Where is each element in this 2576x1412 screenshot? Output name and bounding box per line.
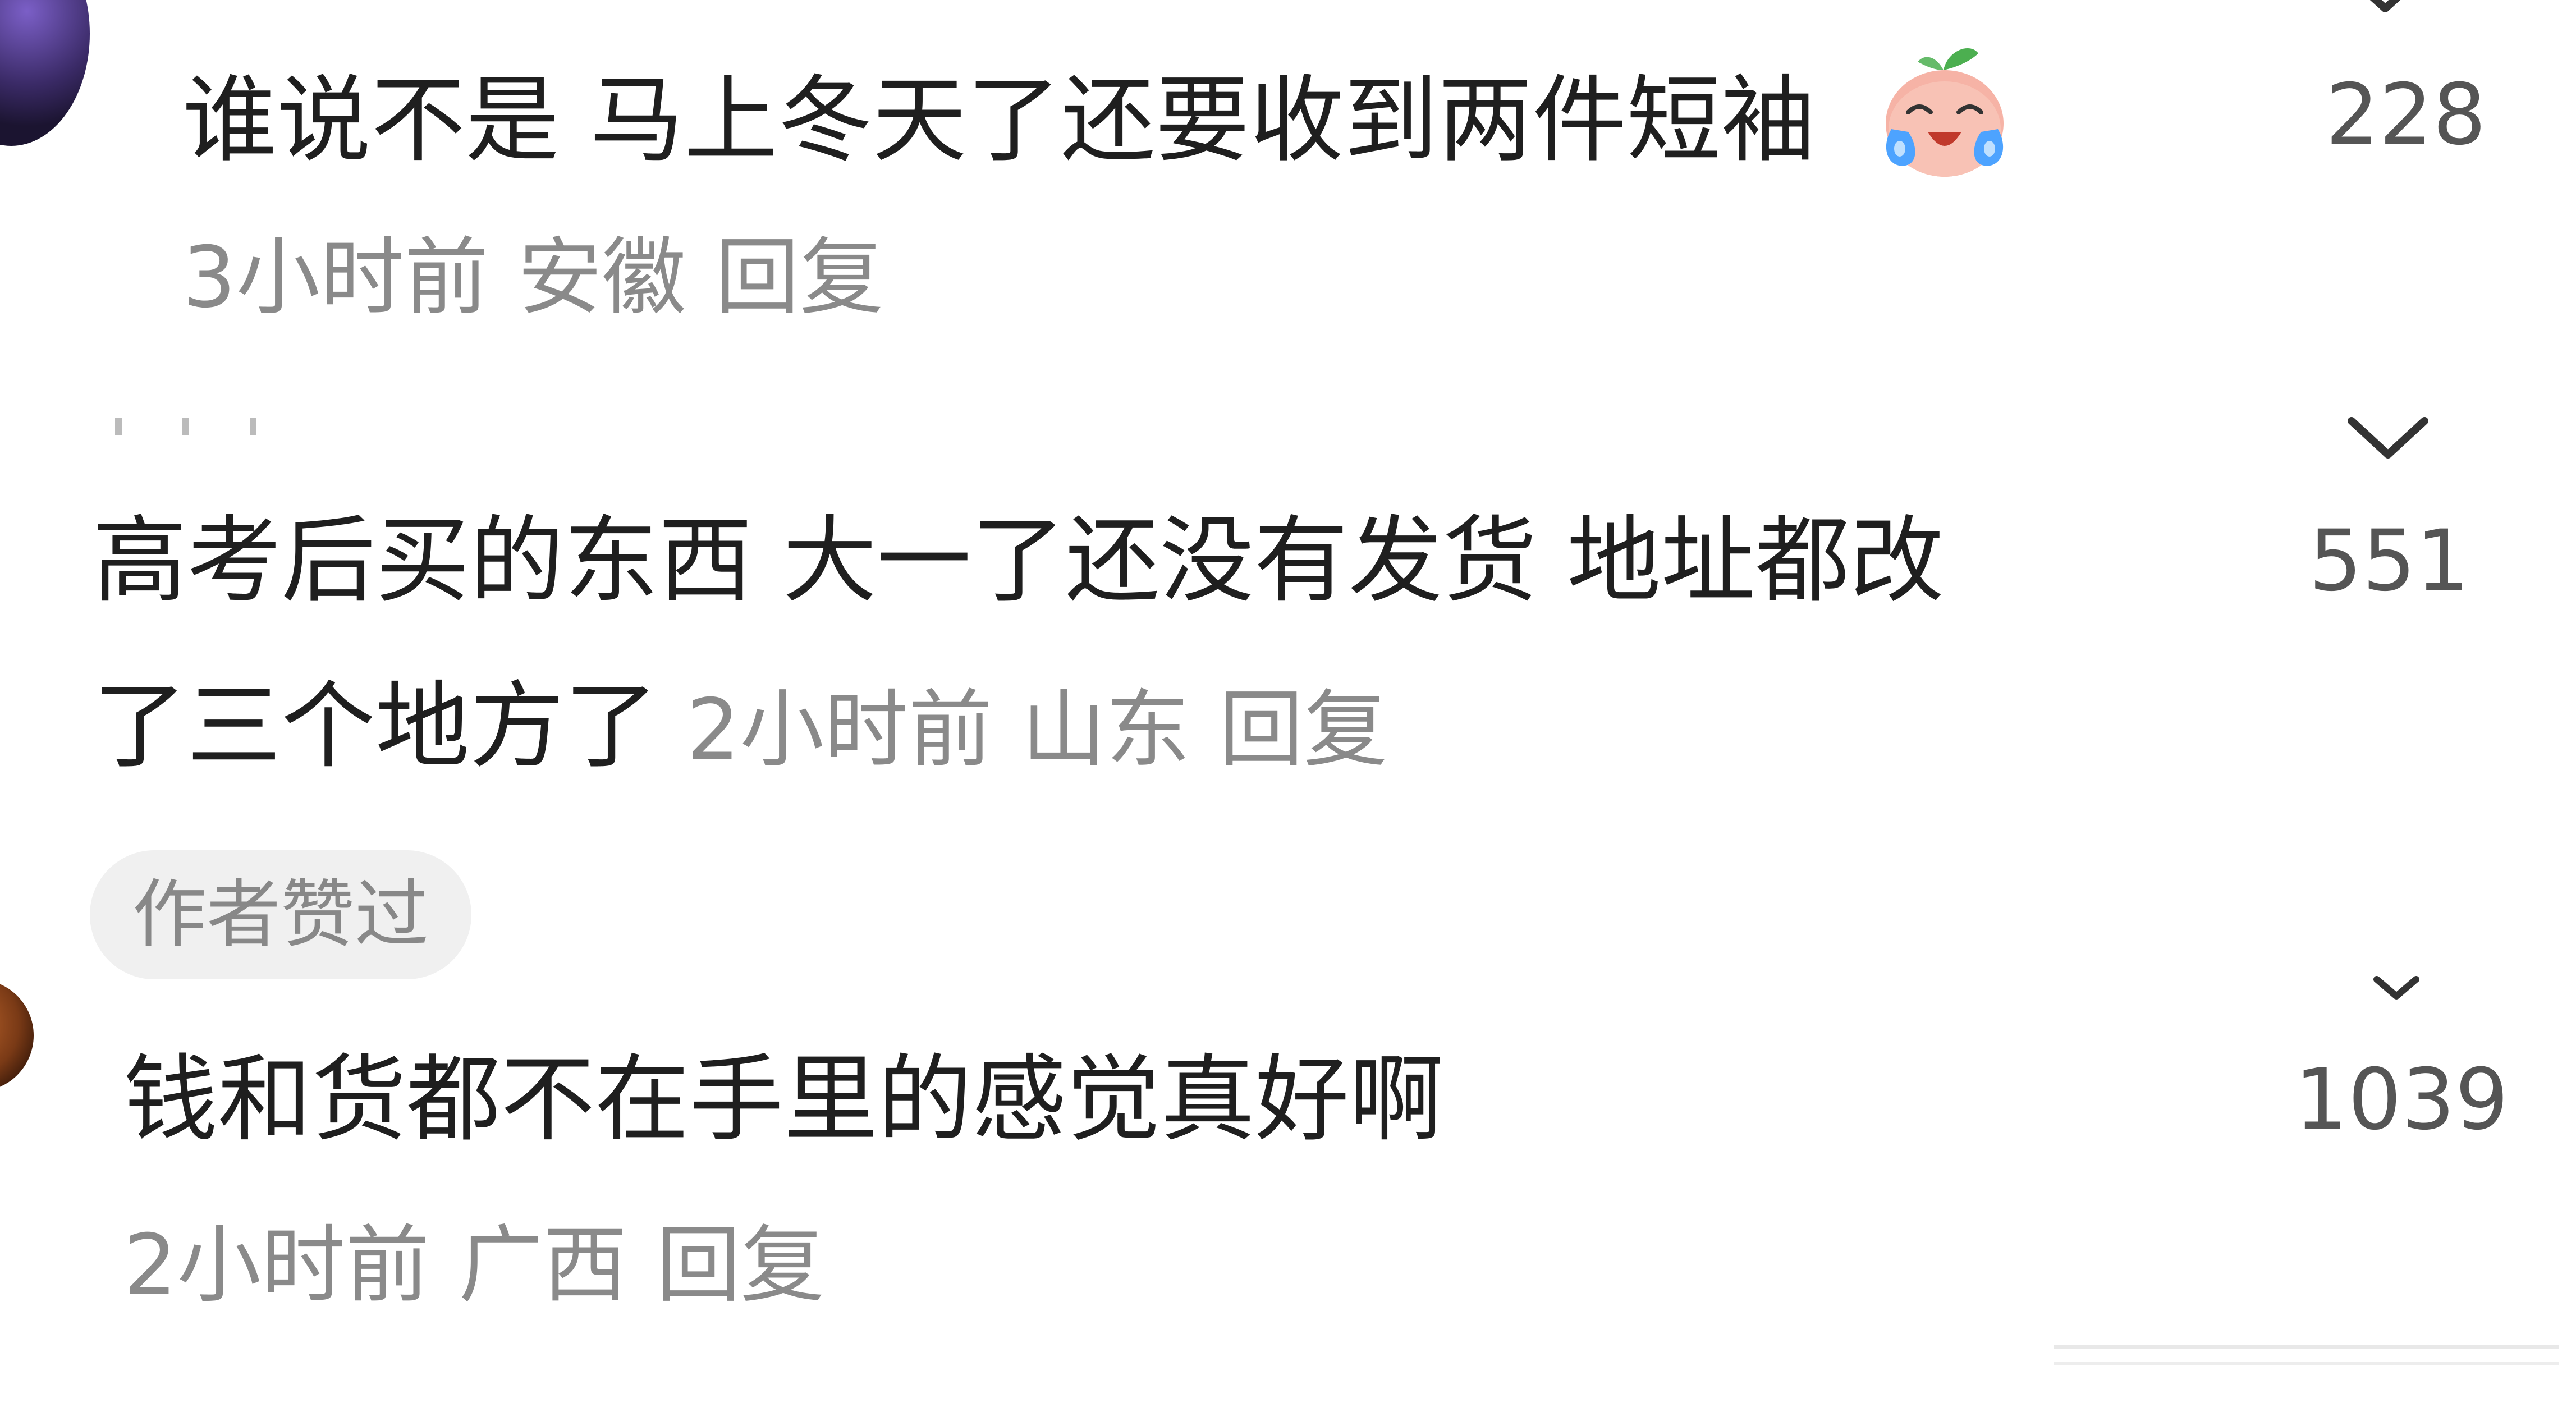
avatar[interactable] — [0, 979, 34, 1092]
chevron-down-icon[interactable] — [2343, 410, 2433, 466]
reply-button[interactable]: 回复 — [1219, 681, 1387, 779]
comment-location: 山东 — [1021, 681, 1190, 779]
comment-time: 3小时前 — [182, 229, 489, 327]
watermark — [2054, 1336, 2559, 1381]
comment-location: 广西 — [459, 1217, 627, 1314]
comment-text-line2-row: 了三个地方了 2小时前 山东 回复 — [93, 679, 1387, 773]
like-count[interactable]: 1039 — [2273, 1058, 2509, 1142]
crying-laughing-emoji-icon — [1877, 39, 2012, 180]
comment-text-line1: 高考后买的东西 大一了还没有发货 地址都改 — [93, 506, 1944, 616]
username-fragment — [112, 415, 269, 438]
chevron-down-icon[interactable] — [2368, 971, 2424, 1010]
like-count[interactable]: 551 — [2245, 519, 2469, 603]
comment-location: 安徽 — [517, 229, 686, 327]
comment-text: 谁说不是 马上冬天了还要收到两件短袖 — [182, 65, 1816, 175]
chevron-down-icon[interactable] — [2352, 0, 2419, 22]
reply-button[interactable]: 回复 — [715, 229, 883, 327]
reply-button[interactable]: 回复 — [656, 1217, 824, 1314]
comment-text-line2: 了三个地方了 — [93, 671, 658, 781]
comment-time: 2小时前 — [123, 1217, 430, 1314]
comment-time: 2小时前 — [686, 681, 993, 779]
comment-text: 钱和货都不在手里的感觉真好啊 — [123, 1044, 1443, 1154]
comment-meta: 2小时前 广西 回复 — [123, 1223, 854, 1308]
like-count[interactable]: 228 — [2262, 73, 2486, 157]
author-liked-badge: 作者赞过 — [90, 850, 471, 979]
comment-meta: 3小时前 安徽 回复 — [182, 236, 913, 320]
avatar[interactable] — [0, 0, 90, 146]
